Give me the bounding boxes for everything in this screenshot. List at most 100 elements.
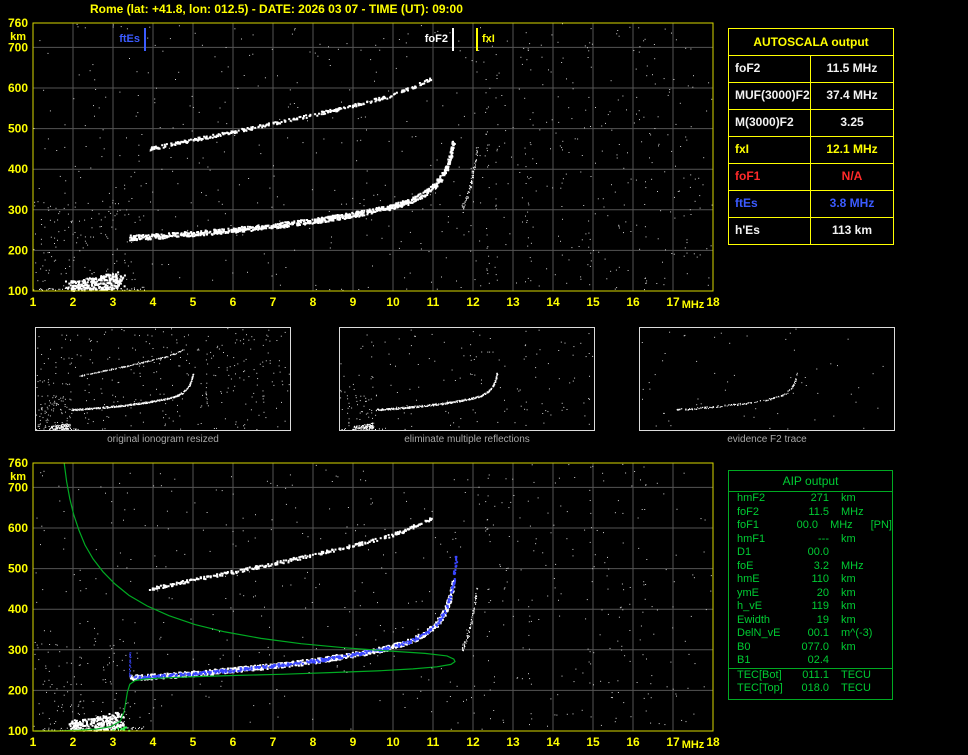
aip-row: hmF1 --- km (729, 533, 892, 547)
aip-row: h_vE 119 km (729, 600, 892, 614)
thumbnail-f2-trace-caption: evidence F2 trace (727, 434, 807, 445)
aip-row: TEC[Top] 018.0 TECU (729, 682, 892, 696)
svg-text:17: 17 (666, 295, 680, 309)
aip-row: hmE 110 km (729, 573, 892, 587)
aip-row-unit (829, 546, 887, 560)
aip-row-name: Ewidth (737, 613, 771, 626)
thumbnail-no-multiples: eliminate multiple reflections (339, 327, 595, 445)
aip-row-name: TEC[Bot] (737, 668, 782, 681)
app-root: Rome (lat: +41.8, lon: 012.5) - DATE: 20… (0, 0, 968, 755)
aip-row-value: 271 (810, 492, 829, 504)
aip-row: TEC[Bot] 011.1 TECU (729, 667, 892, 683)
svg-text:4: 4 (150, 295, 157, 309)
aip-row: foF1 00.0 MHz [PN] (729, 519, 892, 533)
autoscala-row-value: 3.8 MHz (829, 196, 875, 210)
aip-row-value: 00.0 (796, 519, 819, 531)
svg-text:2: 2 (70, 295, 77, 309)
aip-row-note (887, 641, 892, 655)
aip-row-note (887, 614, 892, 628)
aip-row-name: hmF1 (737, 532, 766, 545)
autoscala-table: AUTOSCALA output foF2 11.5 MHz MUF(3000)F2… (728, 28, 894, 245)
aip-row-note (887, 546, 892, 560)
autoscala-row-value: 113 km (831, 223, 873, 237)
aip-row-value: 11.5 (808, 505, 829, 518)
aip-row-unit: MHz (841, 559, 864, 572)
aip-row-name: foF1 (737, 519, 760, 531)
aip-row: Ewidth 19 km (729, 614, 892, 628)
autoscala-row-label: h'Es (729, 218, 811, 244)
aip-row-value: 19 (816, 613, 829, 626)
aip-row: B0 077.0 km (729, 641, 892, 655)
thumbnail-original-canvas (36, 328, 290, 430)
aip-row: B1 02.4 (729, 654, 892, 668)
thumbnail-no-multiples-caption: eliminate multiple reflections (404, 434, 530, 445)
aip-row-unit: km (841, 640, 856, 653)
svg-text:600: 600 (8, 81, 28, 95)
aip-row-unit: m^(-3) (841, 627, 873, 639)
autoscala-row-value: 12.1 MHz (826, 142, 878, 156)
aip-row-value: 00.1 (807, 627, 829, 639)
aip-table: AIP output hmF2 271 km foF2 11.5 MHz foF1 00.0 M… (728, 470, 893, 700)
aip-row-name: ymE (737, 586, 759, 599)
aip-row-name: hmF2 (737, 492, 766, 504)
autoscala-row-value: N/A (841, 169, 863, 183)
autoscala-row-label: ftEs (729, 191, 811, 217)
main-ionogram-plot: ftEs foF2 fxI 100 200 300 400 500 600 700 760 km 1 2 3… (0, 14, 740, 314)
aip-row-note (887, 560, 892, 574)
svg-text:MHz: MHz (682, 299, 705, 311)
svg-text:200: 200 (8, 243, 28, 257)
aip-row-note (887, 492, 892, 506)
aip-row-note (887, 506, 892, 520)
aip-row-value: 119 (811, 600, 829, 612)
aip-row: DelN_vE 00.1 m^(-3) (729, 627, 892, 641)
aip-row-value: 00.0 (807, 546, 829, 558)
autoscala-row-value: 11.5 MHz (826, 61, 878, 75)
aip-row: ymE 20 km (729, 587, 892, 601)
aip-row-note (887, 600, 892, 614)
aip-row-name: foF2 (737, 505, 760, 518)
svg-text:1: 1 (30, 295, 37, 309)
autoscala-row: M(3000)F2 3.25 (729, 109, 893, 136)
autoscala-row-label: foF2 (729, 56, 811, 82)
autoscala-row: h'Es 113 km (729, 217, 893, 244)
thumbnail-original-caption: original ionogram resized (107, 434, 219, 445)
svg-text:100: 100 (8, 284, 28, 298)
svg-text:5: 5 (190, 295, 197, 309)
autoscala-row: foF1 N/A (729, 163, 893, 190)
svg-text:16: 16 (626, 295, 640, 309)
aip-row-note (887, 573, 892, 587)
aip-row-unit: MHz (841, 505, 864, 518)
svg-text:400: 400 (8, 162, 28, 176)
aip-row-note (887, 533, 892, 547)
autoscala-row: fxI 12.1 MHz (729, 136, 893, 163)
aip-row-note (887, 627, 892, 641)
aip-row-name: TEC[Top] (737, 682, 783, 694)
aip-row-unit (829, 654, 887, 668)
aip-rows: hmF2 271 km foF2 11.5 MHz foF1 00.0 MHz [PN] hmF1-… (729, 492, 892, 696)
thumbnail-f2-trace-box (639, 327, 895, 431)
thumbnail-no-multiples-box (339, 327, 595, 431)
svg-text:8: 8 (310, 295, 317, 309)
aip-row-unit: km (841, 573, 856, 585)
aip-row: foE 3.2 MHz (729, 560, 892, 574)
svg-text:12: 12 (466, 295, 480, 309)
svg-text:km: km (10, 31, 26, 43)
aip-row-name: h_vE (737, 600, 763, 612)
aip-row-value: 20 (816, 586, 829, 599)
aip-row-name: foE (737, 559, 754, 572)
autoscala-row-label: fxI (729, 137, 811, 163)
aip-row-name: B0 (737, 640, 751, 653)
aip-row-unit: km (841, 492, 856, 504)
autoscala-row-value: 3.25 (840, 115, 864, 129)
thumbnail-no-multiples-canvas (340, 328, 594, 430)
aip-row-value: 011.1 (802, 668, 829, 681)
aip-row-note (887, 587, 892, 601)
aip-row-value: 018.0 (801, 682, 829, 694)
autoscala-row: ftEs 3.8 MHz (729, 190, 893, 217)
aip-row: hmF2 271 km (729, 492, 892, 506)
aip-row-name: hmE (737, 573, 760, 585)
autoscala-table-title: AUTOSCALA output (753, 35, 869, 49)
thumbnail-f2-trace: evidence F2 trace (639, 327, 895, 445)
aip-row-note (887, 654, 892, 668)
svg-text:18: 18 (706, 295, 720, 309)
